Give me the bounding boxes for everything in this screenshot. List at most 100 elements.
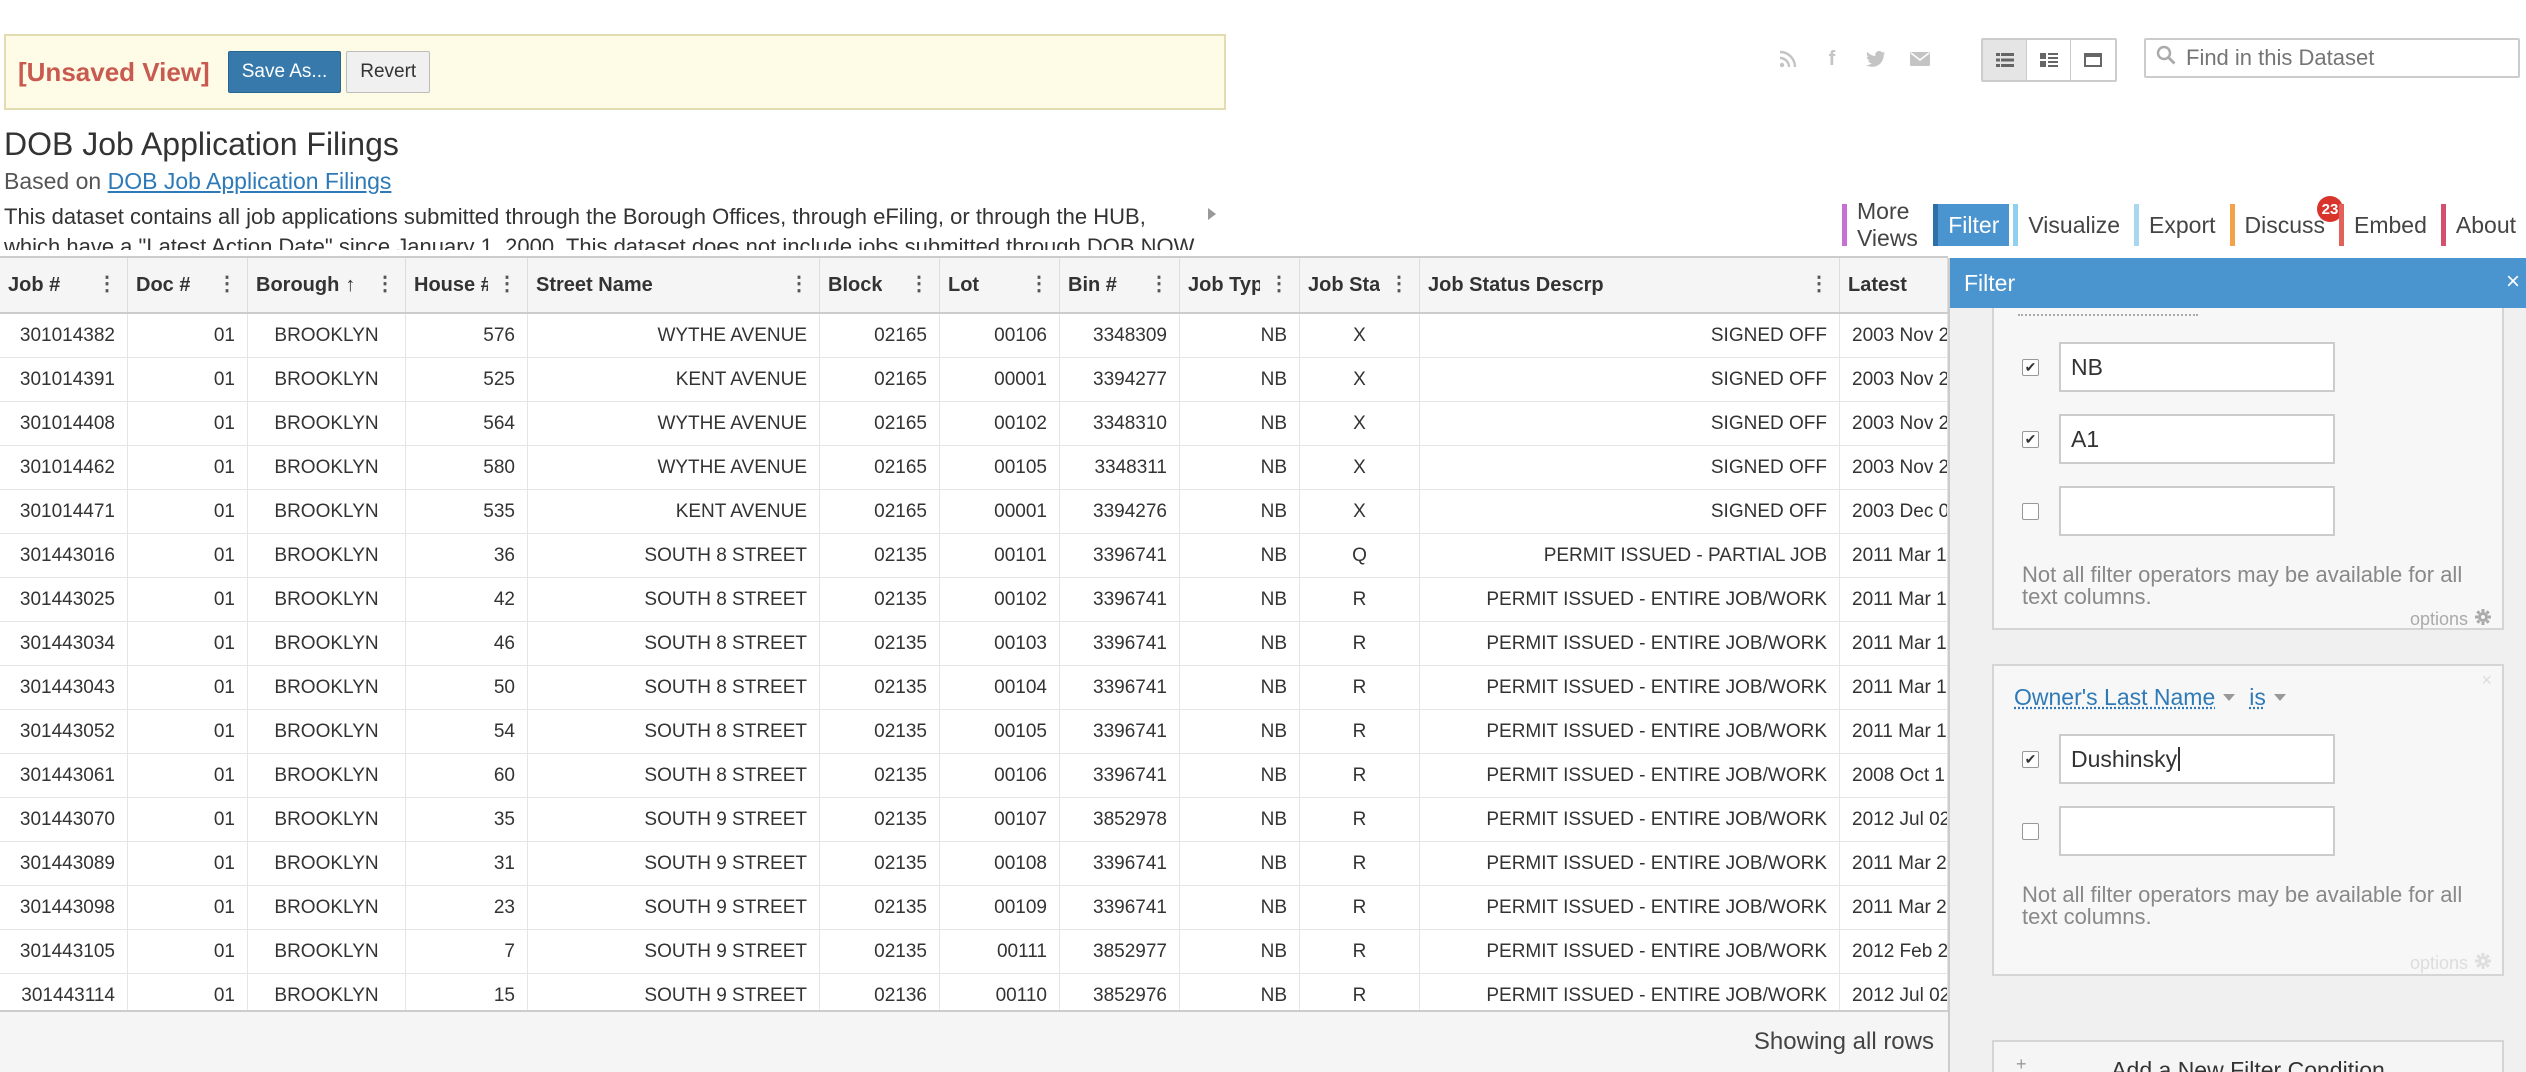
filter-panel: Filter × ✔ NB ✔ A1 Not all filter operat…	[1948, 258, 2526, 1072]
column-menu-icon[interactable]: ⋮	[909, 274, 929, 294]
table-row[interactable]: 301443034 01 BROOKLYN 46 SOUTH 8 STREET 02135…	[0, 622, 1948, 666]
table-row[interactable]: 301443114 01 BROOKLYN 15 SOUTH 9 STREET 02136…	[0, 974, 1948, 1010]
table-cell: 3394277	[1060, 358, 1180, 401]
list-view-icon[interactable]	[2027, 40, 2071, 80]
filter-value-input[interactable]: NB	[2059, 342, 2335, 392]
filter-value-input[interactable]: A1	[2059, 414, 2335, 464]
table-row[interactable]: 301014391 01 BROOKLYN 525 KENT AVENUE 02165 00…	[0, 358, 1948, 402]
column-header[interactable]: Borough ↑ ⋮	[248, 258, 406, 312]
column-menu-icon[interactable]: ⋮	[1809, 274, 1829, 294]
column-menu-icon[interactable]: ⋮	[1029, 274, 1049, 294]
table-row[interactable]: 301014471 01 BROOKLYN 535 KENT AVENUE 02165 00…	[0, 490, 1948, 534]
table-row[interactable]: 301443105 01 BROOKLYN 7 SOUTH 9 STREET 02135 0…	[0, 930, 1948, 974]
column-header[interactable]: Job Status Descrp ⋮	[1420, 258, 1840, 312]
filter-value-input[interactable]: Dushinsky	[2059, 734, 2335, 784]
table-row[interactable]: 301014382 01 BROOKLYN 576 WYTHE AVENUE 02165 0…	[0, 314, 1948, 358]
table-row[interactable]: 301014462 01 BROOKLYN 580 WYTHE AVENUE 02165 0…	[0, 446, 1948, 490]
table-row[interactable]: 301443025 01 BROOKLYN 42 SOUTH 8 STREET 02135…	[0, 578, 1948, 622]
table-row[interactable]: 301443061 01 BROOKLYN 60 SOUTH 8 STREET 02135…	[0, 754, 1948, 798]
table-cell: 01	[128, 974, 248, 1010]
column-menu-icon[interactable]: ⋮	[97, 274, 117, 294]
column-header[interactable]: Job Type ⋮	[1180, 258, 1300, 312]
column-header[interactable]: Lot ⋮	[940, 258, 1060, 312]
table-row[interactable]: 301443016 01 BROOKLYN 36 SOUTH 8 STREET 02135…	[0, 534, 1948, 578]
tab-about[interactable]: About	[2440, 204, 2526, 246]
table-row[interactable]: 301443070 01 BROOKLYN 35 SOUTH 9 STREET 02135…	[0, 798, 1948, 842]
table-cell: BROOKLYN	[248, 314, 406, 357]
tab-discuss[interactable]: Discuss 23	[2229, 196, 2344, 246]
tab-visualize[interactable]: Visualize	[2013, 204, 2131, 246]
twitter-icon[interactable]	[1861, 44, 1891, 74]
filter-options[interactable]: options	[2410, 952, 2492, 975]
column-menu-icon[interactable]: ⋮	[789, 274, 809, 294]
tab-embed[interactable]: Embed	[2339, 204, 2437, 246]
column-header[interactable]: Block ⋮	[820, 258, 940, 312]
column-menu-icon[interactable]: ⋮	[375, 274, 395, 294]
filter-value-checkbox[interactable]: ✔	[2022, 750, 2039, 768]
filter-value-input[interactable]	[2059, 806, 2335, 856]
table-cell: SOUTH 8 STREET	[528, 622, 820, 665]
table-cell: NB	[1180, 974, 1300, 1010]
sort-ascending-icon[interactable]: ↑	[345, 274, 355, 297]
grid-view-icon[interactable]	[1983, 40, 2027, 80]
column-menu-icon[interactable]: ⋮	[1149, 274, 1169, 294]
page-view-icon[interactable]	[2071, 40, 2115, 80]
column-header[interactable]: Job Status ⋮	[1300, 258, 1420, 312]
table-cell: X	[1300, 446, 1420, 489]
column-menu-icon[interactable]: ⋮	[217, 274, 237, 294]
table-row[interactable]: 301443043 01 BROOKLYN 50 SOUTH 8 STREET 02135…	[0, 666, 1948, 710]
table-cell: X	[1300, 314, 1420, 357]
filter-value-checkbox[interactable]: ✔	[2022, 430, 2039, 448]
tab-filter[interactable]: Filter	[1933, 204, 2010, 246]
table-cell: 46	[406, 622, 528, 665]
facebook-icon[interactable]: f	[1817, 44, 1847, 74]
table-cell: 2003 Dec 0	[1840, 490, 1948, 533]
filter-value-input[interactable]	[2059, 486, 2335, 536]
filter-options[interactable]: options	[2410, 608, 2492, 631]
table-cell: 01	[128, 622, 248, 665]
add-filter-condition-button[interactable]: + Add a New Filter Condition	[1992, 1040, 2504, 1072]
column-header[interactable]: Bin # ⋮	[1060, 258, 1180, 312]
table-cell: 564	[406, 402, 528, 445]
column-header-label: Block	[828, 273, 883, 296]
table-cell: BROOKLYN	[248, 710, 406, 753]
filter-value-checkbox[interactable]	[2022, 822, 2039, 840]
column-header[interactable]: Doc # ⋮	[128, 258, 248, 312]
filter-value-checkbox[interactable]	[2022, 502, 2039, 520]
column-header[interactable]: Job # ⋮	[0, 258, 128, 312]
plus-icon: +	[2016, 1054, 2027, 1072]
column-menu-icon[interactable]: ⋮	[1389, 274, 1409, 294]
search-input[interactable]	[2186, 45, 2506, 71]
email-icon[interactable]	[1905, 44, 1935, 74]
column-header[interactable]: House # ⋮	[406, 258, 528, 312]
chevron-down-icon[interactable]	[2223, 694, 2236, 701]
filter-value-checkbox[interactable]: ✔	[2022, 358, 2039, 376]
table-cell: 3394276	[1060, 490, 1180, 533]
column-menu-icon[interactable]: ⋮	[497, 274, 517, 294]
remove-condition-icon[interactable]: ×	[2481, 670, 2492, 691]
table-row[interactable]: 301443098 01 BROOKLYN 23 SOUTH 9 STREET 02135…	[0, 886, 1948, 930]
column-menu-icon[interactable]: ⋮	[1269, 274, 1289, 294]
based-on-link[interactable]: DOB Job Application Filings	[108, 168, 392, 194]
table-cell: R	[1300, 710, 1420, 753]
column-header-label: Latest Action Date	[1848, 273, 1908, 296]
tab-more-views[interactable]: More Views	[1842, 198, 1930, 251]
revert-button[interactable]: Revert	[346, 51, 431, 93]
tab-export[interactable]: Export	[2134, 204, 2226, 246]
table-cell: 301443089	[0, 842, 128, 885]
column-header[interactable]: Street Name ⋮	[528, 258, 820, 312]
filter-operator-select[interactable]: is	[2249, 684, 2266, 711]
expand-description-arrow-icon[interactable]	[1208, 208, 1216, 220]
table-cell: SOUTH 9 STREET	[528, 842, 820, 885]
close-icon[interactable]: ×	[2506, 268, 2520, 296]
tab-label: Discuss	[2244, 211, 2326, 238]
filter-column-select[interactable]: Owner's Last Name	[2014, 684, 2215, 711]
table-row[interactable]: 301443052 01 BROOKLYN 54 SOUTH 8 STREET 02135…	[0, 710, 1948, 754]
table-row[interactable]: 301014408 01 BROOKLYN 564 WYTHE AVENUE 02165 0…	[0, 402, 1948, 446]
chevron-down-icon[interactable]	[2273, 694, 2286, 701]
filter-operator-note: Not all filter operators may be availabl…	[2022, 562, 2463, 609]
column-header[interactable]: Latest Action Date	[1840, 258, 1948, 312]
rss-icon[interactable]	[1773, 44, 1803, 74]
save-as-button[interactable]: Save As...	[227, 51, 342, 93]
table-row[interactable]: 301443089 01 BROOKLYN 31 SOUTH 9 STREET 02135…	[0, 842, 1948, 886]
